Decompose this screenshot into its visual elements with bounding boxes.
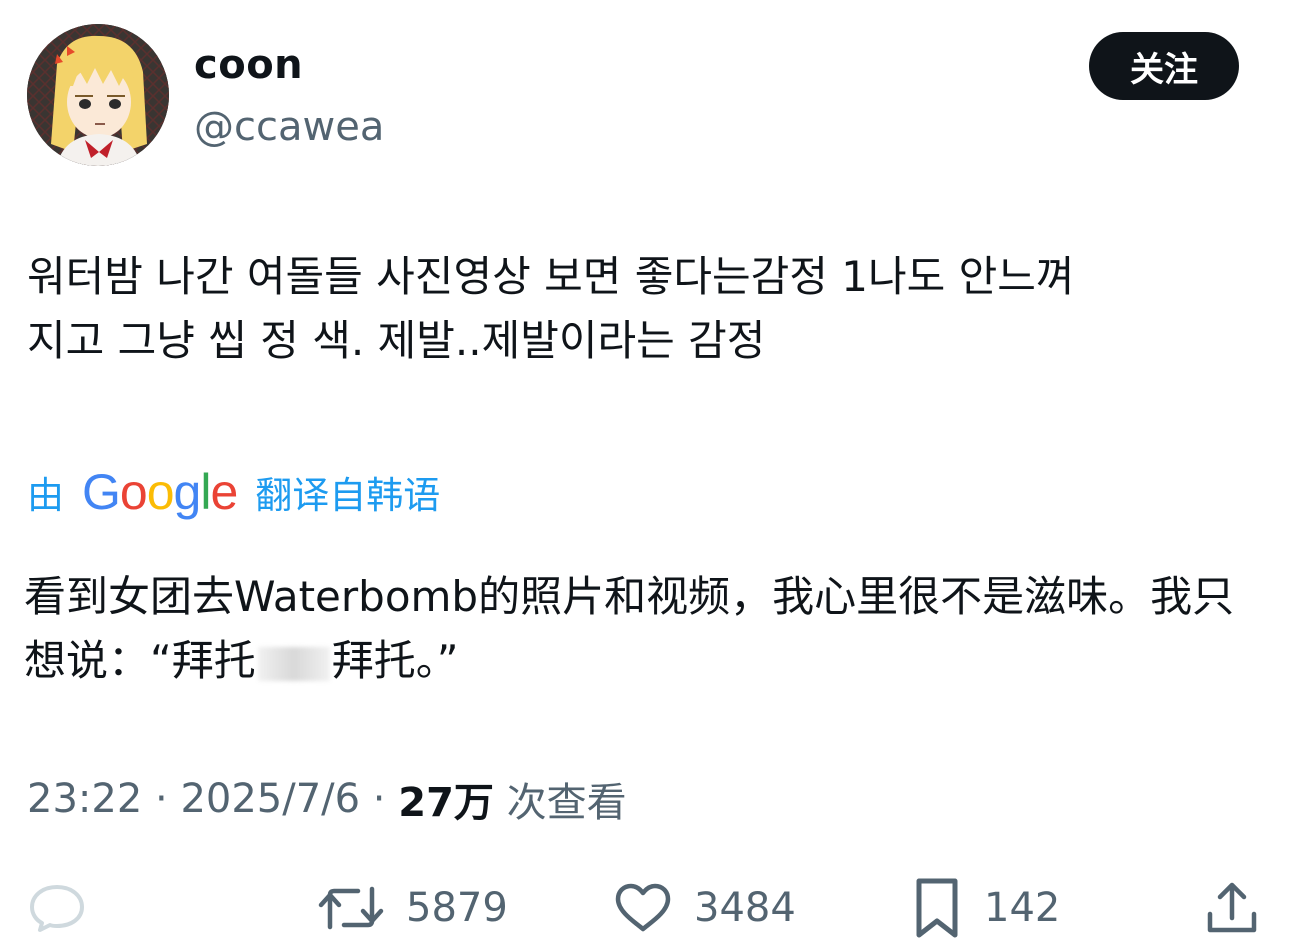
translated-by-label: 由 xyxy=(27,474,64,517)
reply-button[interactable] xyxy=(28,870,86,946)
translated-text-part1: 看到女团去Waterbomb的照片和视频，我心里很不是滋味。我只想说：“拜托 xyxy=(24,572,1235,685)
action-bar: 5879 3484 142 xyxy=(0,870,1290,946)
tweet-page: coon @ccawea 关注 워터밤 나간 여돌들 사진영상 보면 좋다는감정… xyxy=(0,0,1290,946)
reply-bubble-icon xyxy=(30,885,84,932)
bookmark-icon xyxy=(916,878,958,938)
translated-from-label: 翻译自韩语 xyxy=(255,474,441,517)
heart-icon xyxy=(615,883,671,932)
meta-separator: · xyxy=(360,776,399,822)
google-logo: Google xyxy=(82,464,238,520)
tweet-date[interactable]: 2025/7/6 xyxy=(180,776,360,822)
google-letter-g2: g xyxy=(173,464,202,520)
bookmark-count: 142 xyxy=(984,885,1061,931)
google-letter-o1: o xyxy=(119,464,148,520)
blur-artifact xyxy=(257,646,330,681)
display-name[interactable]: coon xyxy=(194,42,303,88)
share-icon xyxy=(1207,882,1257,933)
like-count: 3484 xyxy=(694,885,796,931)
bookmark-button[interactable]: 142 xyxy=(912,870,1060,946)
retweet-count: 5879 xyxy=(406,885,508,931)
google-letter-e: e xyxy=(210,464,238,520)
like-button[interactable]: 3484 xyxy=(614,870,796,946)
anime-avatar-icon xyxy=(27,24,169,166)
share-button[interactable] xyxy=(1204,870,1260,946)
tweet-meta: 23:22 · 2025/7/6 · 27万 次查看 xyxy=(27,770,627,828)
views-count: 27万 xyxy=(398,780,494,826)
follow-button[interactable]: 关注 xyxy=(1089,32,1239,100)
translated-text: 看到女团去Waterbomb的照片和视频，我心里很不是滋味。我只想说：“拜托 拜托… xyxy=(24,565,1264,693)
google-letter-l: l xyxy=(200,464,211,520)
user-handle[interactable]: @ccawea xyxy=(194,104,384,150)
google-letter-o2: o xyxy=(146,464,175,520)
avatar[interactable] xyxy=(27,24,169,166)
translated-text-part2: 拜托。” xyxy=(331,636,459,685)
retweet-button[interactable]: 5879 xyxy=(318,870,508,946)
views-label: 次查看 xyxy=(493,780,627,826)
tweet-text: 워터밤 나간 여돌들 사진영상 보면 좋다는감정 1나도 안느껴 지고 그냥 씹… xyxy=(27,252,1075,365)
translation-attribution[interactable]: 由 Google 翻译自韩语 xyxy=(27,462,440,522)
meta-separator: · xyxy=(142,776,181,822)
google-letter-g: G xyxy=(82,464,121,520)
retweet-icon xyxy=(318,886,384,930)
tweet-time[interactable]: 23:22 xyxy=(27,776,142,822)
